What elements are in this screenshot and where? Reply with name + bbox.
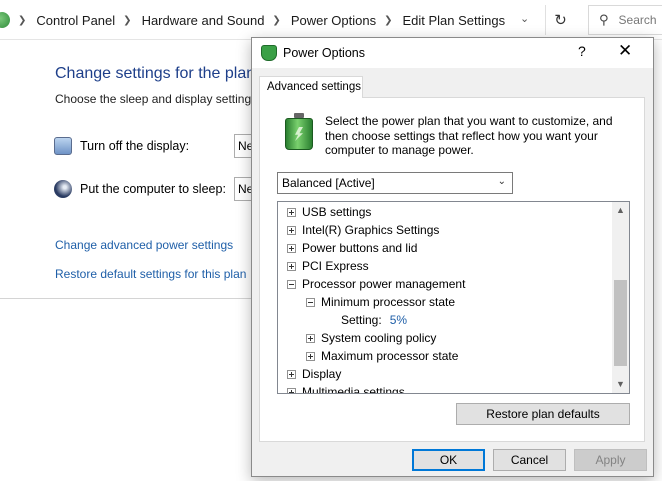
tree-item-label: Maximum processor state	[321, 349, 459, 363]
divider	[0, 298, 252, 299]
settings-tree[interactable]: USB settings Intel(R) Graphics Settings …	[277, 201, 630, 394]
cancel-button[interactable]: Cancel	[493, 449, 566, 471]
power-options-dialog: Power Options ? ✕ Advanced settings Sele…	[251, 37, 654, 477]
tree-item-cooling-policy[interactable]: System cooling policy	[306, 329, 436, 347]
apply-button[interactable]: Apply	[574, 449, 647, 471]
scroll-thumb[interactable]	[614, 280, 627, 366]
chevron-down-icon: ⌄	[497, 176, 506, 187]
collapse-minus-icon[interactable]	[287, 279, 296, 289]
sleep-label: Put the computer to sleep:	[80, 182, 226, 196]
tree-item-max-processor-state[interactable]: Maximum processor state	[306, 347, 458, 365]
tree-item-intel-graphics[interactable]: Intel(R) Graphics Settings	[287, 221, 439, 239]
refresh-icon: ↻	[554, 12, 567, 29]
dialog-title: Power Options	[283, 46, 365, 60]
help-button[interactable]: ?	[578, 43, 586, 59]
tree-item-label: PCI Express	[302, 259, 369, 273]
advanced-settings-panel: Select the power plan that you want to c…	[259, 97, 645, 442]
tree-item-usb-settings[interactable]: USB settings	[287, 203, 371, 221]
chevron-right-icon: ❯	[384, 14, 393, 26]
chevron-right-icon: ❯	[123, 14, 132, 26]
battery-icon	[285, 113, 313, 150]
tree-item-label: Processor power management	[302, 277, 466, 291]
scroll-up-icon[interactable]: ▲	[612, 202, 629, 219]
sleep-setting-row: Put the computer to sleep:	[54, 180, 226, 198]
search-input[interactable]: ⚲ Search	[588, 5, 662, 35]
chevron-down-icon[interactable]: ⌄	[520, 12, 529, 25]
dialog-titlebar[interactable]: Power Options ? ✕	[252, 38, 653, 68]
advanced-settings-link[interactable]: Change advanced power settings	[55, 238, 233, 252]
breadcrumb-hardware-and-sound[interactable]: Hardware and Sound	[142, 13, 265, 28]
page-title: Change settings for the plan	[55, 65, 256, 82]
setting-value[interactable]: 5%	[390, 313, 407, 327]
breadcrumb: ❯ Control Panel ❯ Hardware and Sound ❯ P…	[0, 0, 505, 40]
sleep-icon	[54, 180, 72, 198]
power-plan-value: Balanced [Active]	[282, 176, 375, 190]
tree-item-min-processor-state[interactable]: Minimum processor state	[306, 293, 455, 311]
power-options-icon	[261, 45, 277, 61]
tree-item-multimedia[interactable]: Multimedia settings	[287, 383, 405, 394]
tree-scrollbar[interactable]: ▲ ▼	[612, 202, 629, 393]
collapse-minus-icon[interactable]	[306, 297, 315, 307]
tree-item-label: Power buttons and lid	[302, 241, 418, 255]
tree-item-power-buttons[interactable]: Power buttons and lid	[287, 239, 417, 257]
expand-plus-icon[interactable]	[287, 225, 296, 235]
ok-button[interactable]: OK	[412, 449, 485, 471]
breadcrumb-power-options[interactable]: Power Options	[291, 13, 376, 28]
search-icon: ⚲	[599, 12, 609, 27]
tab-advanced-settings[interactable]: Advanced settings	[259, 76, 363, 98]
restore-defaults-link[interactable]: Restore default settings for this plan	[55, 267, 246, 281]
close-button[interactable]: ✕	[618, 41, 632, 61]
tree-item-processor-power[interactable]: Processor power management	[287, 275, 465, 293]
search-placeholder: Search	[618, 13, 657, 27]
scroll-down-icon[interactable]: ▼	[612, 376, 629, 393]
power-plan-select[interactable]: Balanced [Active] ⌄	[277, 172, 513, 194]
refresh-button[interactable]: ↻	[545, 5, 575, 35]
breadcrumb-edit-plan-settings[interactable]: Edit Plan Settings	[402, 13, 505, 28]
restore-plan-defaults-button[interactable]: Restore plan defaults	[456, 403, 630, 425]
expand-plus-icon[interactable]	[287, 207, 296, 217]
breadcrumb-control-panel[interactable]: Control Panel	[36, 13, 115, 28]
chevron-right-icon: ❯	[18, 14, 27, 26]
tree-item-label: USB settings	[302, 205, 372, 219]
expand-plus-icon[interactable]	[287, 243, 296, 253]
address-bar: ❯ Control Panel ❯ Hardware and Sound ❯ P…	[0, 0, 662, 40]
display-icon	[54, 137, 72, 155]
tree-item-display[interactable]: Display	[287, 365, 341, 383]
control-panel-icon	[0, 12, 10, 28]
expand-plus-icon[interactable]	[287, 369, 296, 379]
tree-item-pci-express[interactable]: PCI Express	[287, 257, 369, 275]
tree-item-label: Intel(R) Graphics Settings	[302, 223, 440, 237]
tree-item-label: Multimedia settings	[302, 385, 405, 394]
tree-item-label: Minimum processor state	[321, 295, 456, 309]
expand-plus-icon[interactable]	[306, 351, 315, 361]
tree-item-label: Setting:	[341, 313, 382, 327]
expand-plus-icon[interactable]	[306, 333, 315, 343]
display-setting-row: Turn off the display:	[54, 137, 189, 155]
dialog-description: Select the power plan that you want to c…	[325, 114, 613, 157]
tree-item-label: Display	[302, 367, 342, 381]
display-label: Turn off the display:	[80, 139, 190, 153]
page-subtitle: Choose the sleep and display settings	[55, 92, 258, 106]
chevron-right-icon: ❯	[272, 14, 281, 26]
tree-item-label: System cooling policy	[321, 331, 437, 345]
expand-plus-icon[interactable]	[287, 261, 296, 271]
tree-item-setting[interactable]: Setting: 5%	[341, 311, 407, 329]
expand-plus-icon[interactable]	[287, 387, 296, 393]
